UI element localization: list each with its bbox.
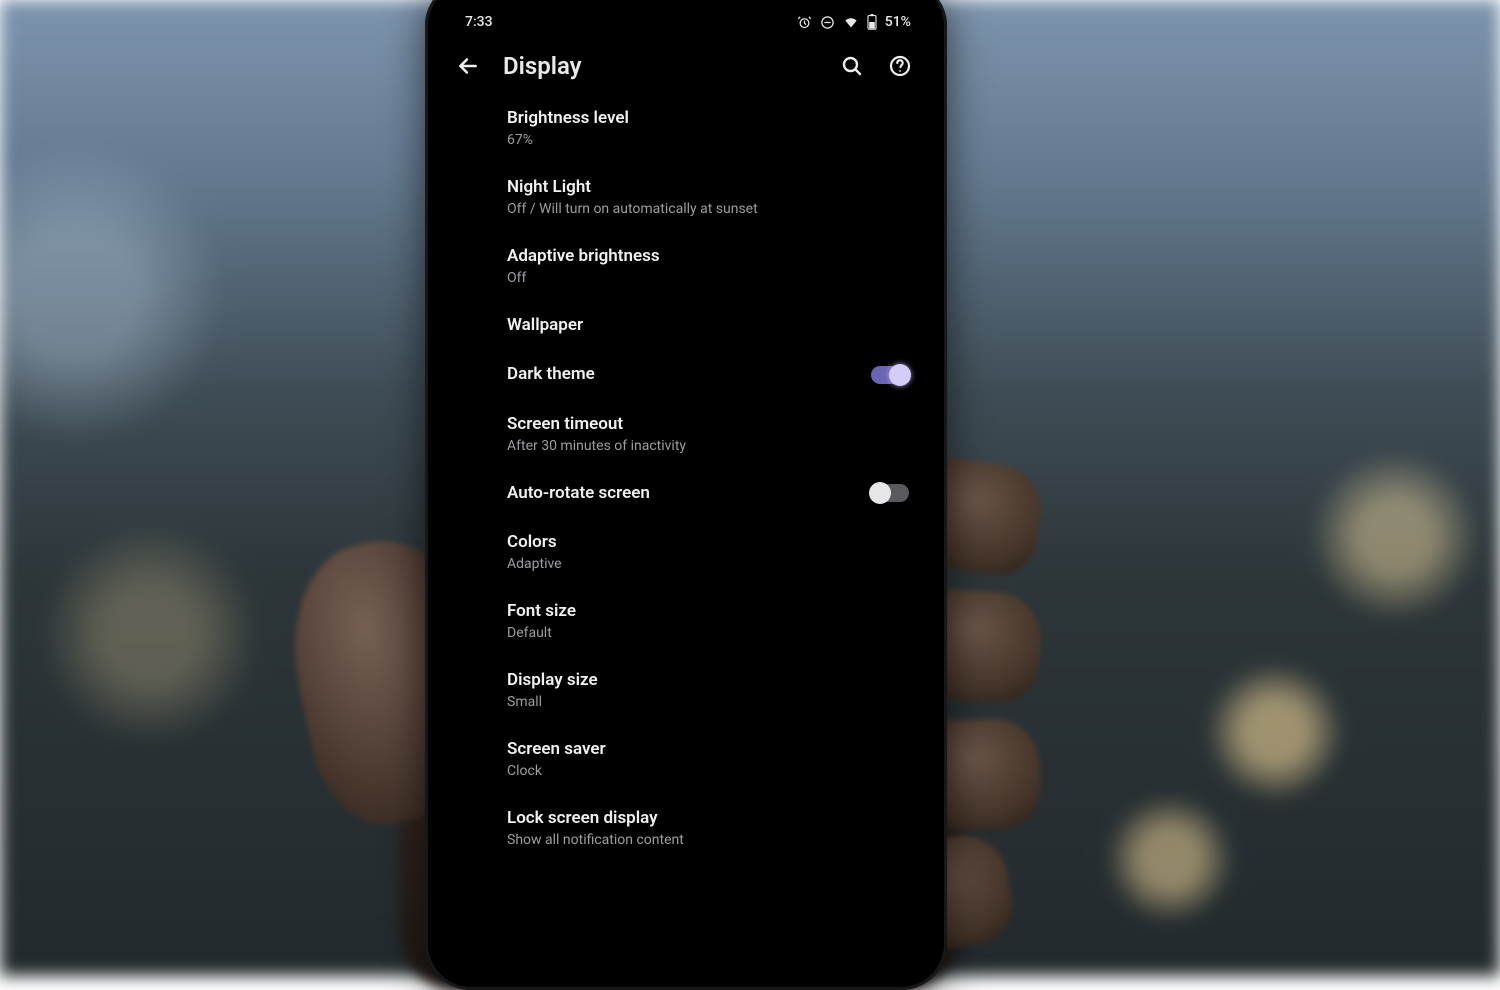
phone-frame: 7:33 51% Display <box>425 0 947 990</box>
setting-title: Display size <box>507 670 861 691</box>
settings-list: Brightness level 67% Night Light Off / W… <box>441 90 931 863</box>
setting-subtitle: Clock <box>507 763 861 780</box>
setting-subtitle: Small <box>507 694 861 711</box>
setting-font-size[interactable]: Font size Default <box>507 587 931 656</box>
setting-auto-rotate[interactable]: Auto-rotate screen <box>507 469 931 518</box>
setting-subtitle: Off <box>507 270 861 287</box>
setting-title: Night Light <box>507 177 861 198</box>
auto-rotate-toggle[interactable] <box>871 484 909 502</box>
setting-title: Auto-rotate screen <box>507 483 861 504</box>
setting-subtitle: 67% <box>507 132 861 149</box>
setting-title: Wallpaper <box>507 315 861 336</box>
search-icon[interactable] <box>839 53 865 79</box>
setting-subtitle: Off / Will turn on automatically at suns… <box>507 201 861 218</box>
setting-wallpaper[interactable]: Wallpaper <box>507 301 931 350</box>
setting-title: Font size <box>507 601 861 622</box>
setting-subtitle: Default <box>507 625 861 642</box>
dark-theme-toggle[interactable] <box>871 366 909 384</box>
phone-screen: 7:33 51% Display <box>441 0 931 974</box>
back-icon[interactable] <box>455 53 481 79</box>
setting-screen-saver[interactable]: Screen saver Clock <box>507 725 931 794</box>
alarm-icon <box>797 15 812 30</box>
setting-display-size[interactable]: Display size Small <box>507 656 931 725</box>
setting-title: Adaptive brightness <box>507 246 861 267</box>
setting-screen-timeout[interactable]: Screen timeout After 30 minutes of inact… <box>507 400 931 469</box>
setting-brightness-level[interactable]: Brightness level 67% <box>507 94 931 163</box>
setting-colors[interactable]: Colors Adaptive <box>507 518 931 587</box>
dnd-icon <box>820 15 835 30</box>
setting-title: Dark theme <box>507 364 861 385</box>
status-time: 7:33 <box>465 14 493 30</box>
setting-title: Brightness level <box>507 108 861 129</box>
status-icons: 51% <box>797 14 911 30</box>
wifi-icon <box>843 15 859 30</box>
setting-night-light[interactable]: Night Light Off / Will turn on automatic… <box>507 163 931 232</box>
setting-title: Screen timeout <box>507 414 861 435</box>
setting-dark-theme[interactable]: Dark theme <box>507 350 931 399</box>
setting-subtitle: Show all notification content <box>507 832 861 849</box>
setting-title: Colors <box>507 532 861 553</box>
setting-title: Lock screen display <box>507 808 861 829</box>
help-icon[interactable] <box>887 53 913 79</box>
setting-subtitle: After 30 minutes of inactivity <box>507 438 861 455</box>
battery-icon <box>867 14 877 30</box>
status-bar: 7:33 51% <box>441 0 931 36</box>
setting-lock-screen-display[interactable]: Lock screen display Show all notificatio… <box>507 794 931 863</box>
battery-percent: 51% <box>885 14 911 30</box>
setting-subtitle: Adaptive <box>507 556 861 573</box>
setting-title: Screen saver <box>507 739 861 760</box>
setting-adaptive-brightness[interactable]: Adaptive brightness Off <box>507 232 931 301</box>
app-bar: Display <box>441 36 931 90</box>
page-title: Display <box>503 52 817 80</box>
